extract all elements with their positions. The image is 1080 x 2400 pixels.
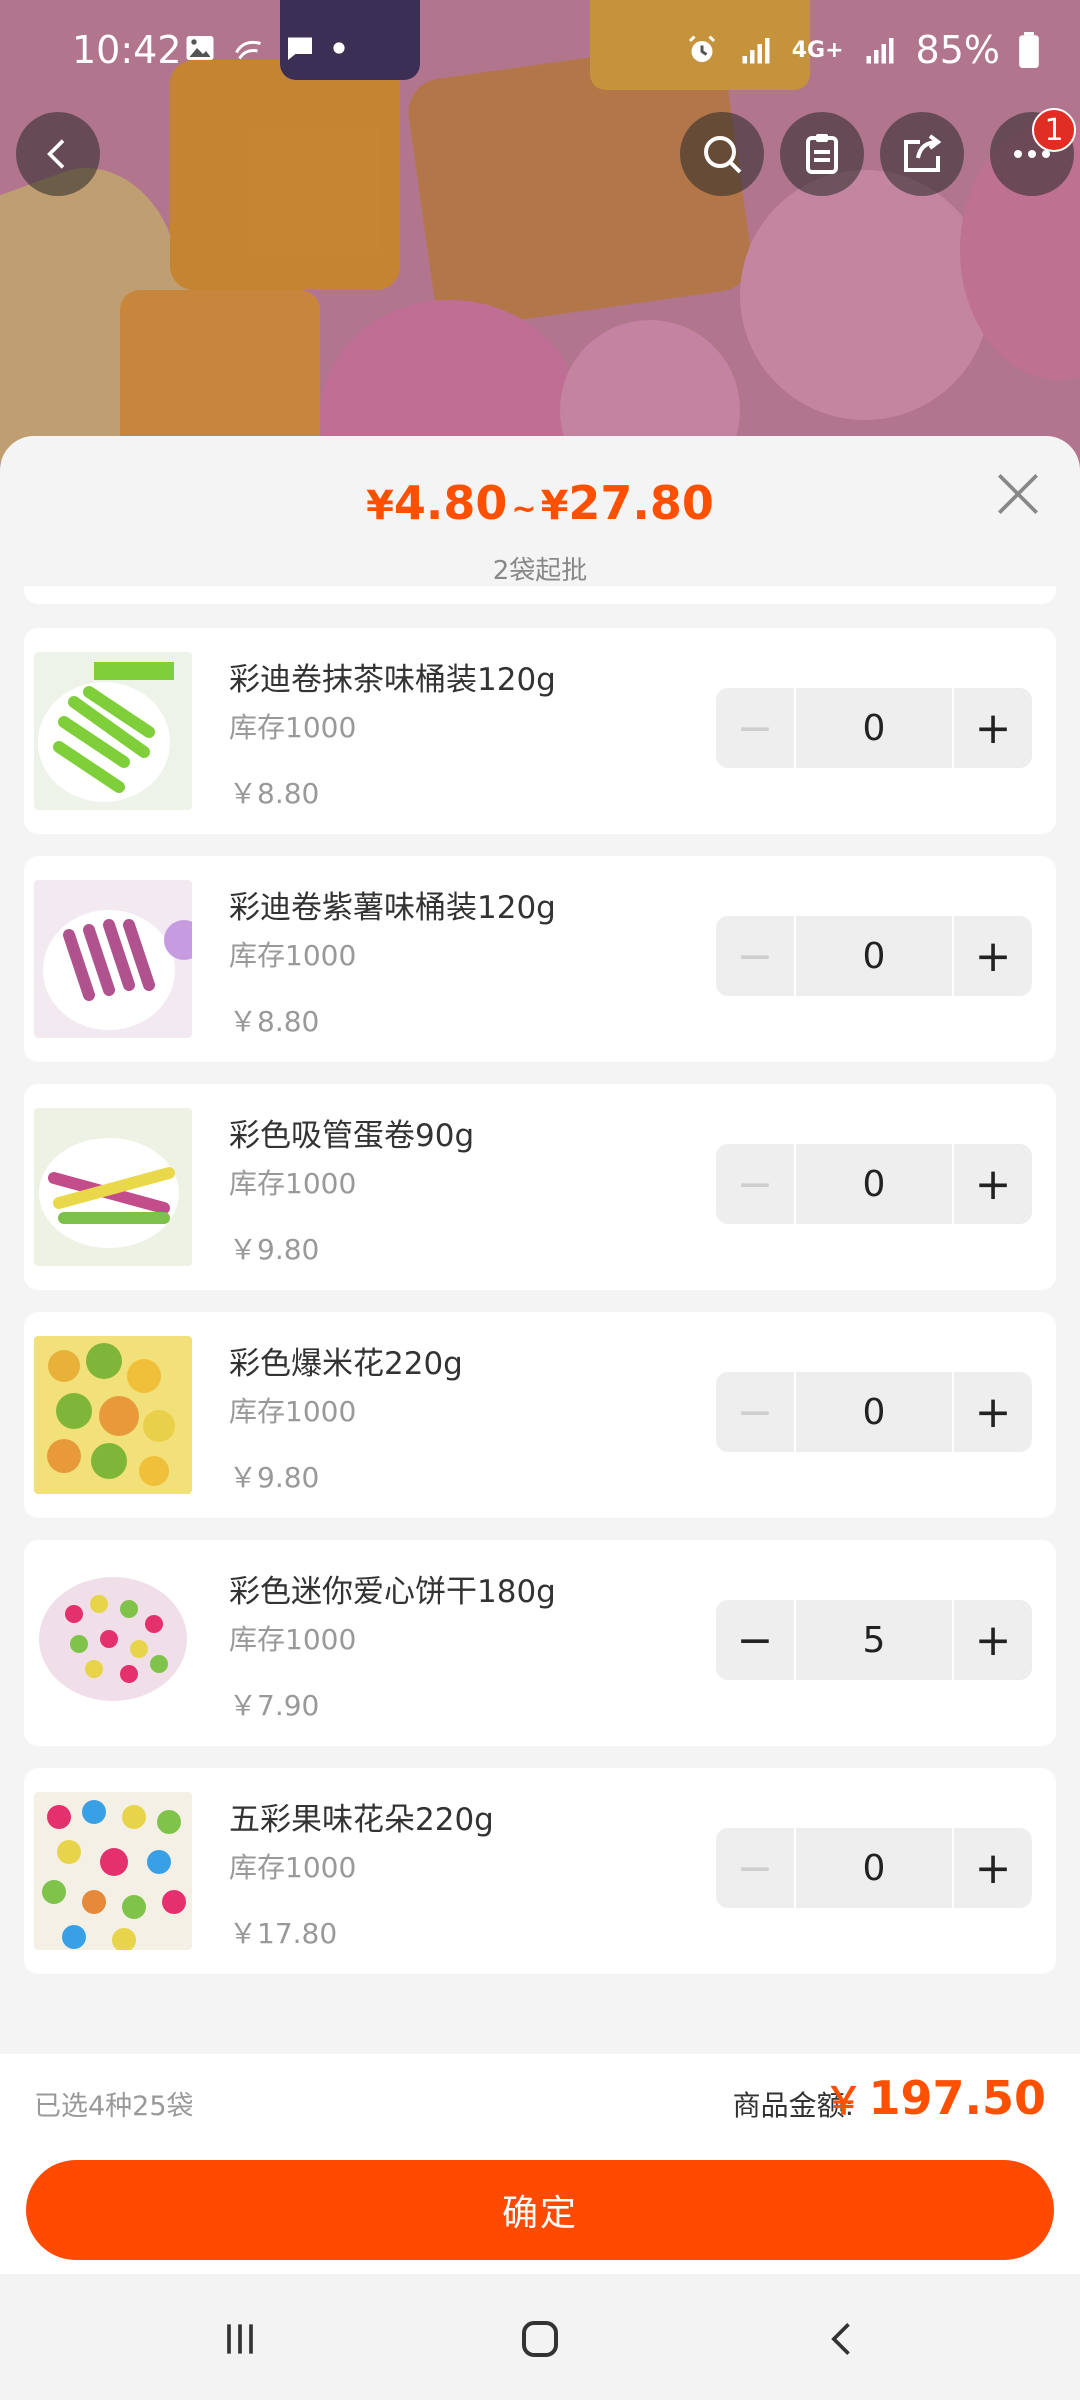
- quantity-stepper: − 0 +: [716, 916, 1032, 996]
- total-amount: ￥ 197.50: [824, 2071, 1046, 2125]
- product-image: [34, 1792, 192, 1950]
- decrease-button[interactable]: −: [716, 1144, 794, 1224]
- order-footer: 已选4种25袋 商品金额: ￥ 197.50 确定: [0, 2054, 1080, 2274]
- system-back-button[interactable]: [808, 2304, 878, 2374]
- product-name: 彩色爆米花220g: [229, 1346, 463, 1382]
- quantity-input[interactable]: 0: [796, 1828, 952, 1908]
- minimum-order: 2袋起批: [492, 556, 588, 586]
- signal-icon: [866, 38, 894, 64]
- product-image: [34, 1336, 192, 1494]
- recent-apps-button[interactable]: [205, 2304, 275, 2374]
- product-stock: 库存1000: [229, 1395, 357, 1428]
- alarm-icon: [688, 35, 715, 62]
- list-item: 彩色爆米花220g 库存1000 ￥9.80 − 0 +: [24, 1312, 1056, 1518]
- decrease-button[interactable]: −: [716, 916, 794, 996]
- product-image: [34, 1108, 192, 1266]
- share-icon: [904, 134, 942, 172]
- clipboard-button[interactable]: [780, 112, 864, 196]
- product-list: 彩迪卷抹茶味桶装120g 库存1000 ￥8.80 − 0 + 彩迪卷紫薯味桶装…: [24, 586, 1056, 1996]
- decrease-button[interactable]: −: [716, 1372, 794, 1452]
- list-item: 彩迪卷紫薯味桶装120g 库存1000 ￥8.80 − 0 +: [24, 856, 1056, 1062]
- search-button[interactable]: [680, 112, 764, 196]
- product-price: ￥8.80: [229, 777, 320, 810]
- product-price: ￥9.80: [229, 1233, 320, 1266]
- gallery-icon: [186, 36, 214, 60]
- decrease-button[interactable]: −: [716, 1600, 794, 1680]
- recent-apps-icon: [227, 2324, 253, 2354]
- clipboard-icon: [806, 134, 838, 174]
- chevron-left-icon: [47, 139, 65, 169]
- share-button[interactable]: [880, 112, 964, 196]
- product-image: [34, 880, 192, 1038]
- product-stock: 库存1000: [229, 711, 357, 744]
- quantity-input[interactable]: 5: [796, 1600, 952, 1680]
- list-item-partial: [24, 586, 1056, 604]
- home-button[interactable]: [505, 2304, 575, 2374]
- product-image: [34, 1564, 192, 1722]
- product-name: 彩迪卷抹茶味桶装120g: [229, 662, 556, 698]
- decrease-button[interactable]: −: [716, 688, 794, 768]
- decrease-button[interactable]: −: [716, 1828, 794, 1908]
- product-price: ￥17.80: [229, 1917, 338, 1950]
- clock: 10:42: [72, 28, 182, 72]
- quantity-input[interactable]: 0: [796, 916, 952, 996]
- product-stock: 库存1000: [229, 1167, 357, 1200]
- selected-summary: 已选4种25袋: [34, 2091, 194, 2122]
- increase-button[interactable]: +: [954, 1828, 1032, 1908]
- product-name: 彩色吸管蛋卷90g: [229, 1118, 475, 1154]
- product-price: ￥9.80: [229, 1461, 320, 1494]
- app-notification-icon: [235, 40, 261, 60]
- close-icon[interactable]: [990, 466, 1046, 522]
- confirm-button[interactable]: 确定: [26, 2160, 1054, 2260]
- price-max: 27.80: [568, 476, 714, 530]
- network-type: 4G+: [791, 37, 844, 63]
- list-item: 彩色迷你爱心饼干180g 库存1000 ￥7.90 − 5 +: [24, 1540, 1056, 1746]
- sku-selection-sheet: ¥4.80 ~ ¥27.80 2袋起批 彩迪卷抹茶味桶装120g 库存1000 ￥8…: [0, 436, 1080, 2276]
- battery-percent: 85%: [915, 28, 1000, 72]
- quantity-stepper: − 0 +: [716, 1144, 1032, 1224]
- increase-button[interactable]: +: [954, 1144, 1032, 1224]
- home-icon: [522, 2321, 558, 2357]
- product-price: ￥8.80: [229, 1005, 320, 1038]
- quantity-input[interactable]: 0: [796, 1144, 952, 1224]
- dot-icon: [333, 42, 345, 54]
- product-stock: 库存1000: [229, 1623, 357, 1656]
- system-navigation-bar: [0, 2274, 1080, 2400]
- increase-button[interactable]: +: [954, 1600, 1032, 1680]
- signal-icon: [742, 38, 770, 64]
- quantity-stepper: − 0 +: [716, 1372, 1032, 1452]
- price-range: ¥4.80 ~ ¥27.80: [366, 476, 714, 530]
- more-button[interactable]: 1: [990, 108, 1076, 196]
- product-stock: 库存1000: [229, 939, 357, 972]
- product-name: 五彩果味花朵220g: [229, 1802, 494, 1838]
- quantity-stepper: − 0 +: [716, 1828, 1032, 1908]
- product-name: 彩色迷你爱心饼干180g: [229, 1574, 556, 1610]
- quantity-stepper: − 0 +: [716, 688, 1032, 768]
- battery-icon: [1019, 32, 1039, 68]
- back-icon: [831, 2323, 850, 2355]
- increase-button[interactable]: +: [954, 688, 1032, 768]
- increase-button[interactable]: +: [954, 916, 1032, 996]
- increase-button[interactable]: +: [954, 1372, 1032, 1452]
- notification-badge: 1: [1032, 108, 1076, 152]
- list-item: 彩色吸管蛋卷90g 库存1000 ￥9.80 − 0 +: [24, 1084, 1056, 1290]
- product-price: ￥7.90: [229, 1689, 320, 1722]
- quantity-input[interactable]: 0: [796, 1372, 952, 1452]
- product-name: 彩迪卷紫薯味桶装120g: [229, 890, 556, 926]
- quantity-stepper: − 5 +: [716, 1600, 1032, 1680]
- quantity-input[interactable]: 0: [796, 688, 952, 768]
- search-icon: [704, 136, 742, 174]
- product-stock: 库存1000: [229, 1851, 357, 1884]
- status-bar: 10:42 4G+ 85%: [0, 0, 1080, 100]
- list-item: 彩迪卷抹茶味桶装120g 库存1000 ￥8.80 − 0 +: [24, 628, 1056, 834]
- back-button[interactable]: [16, 112, 100, 196]
- list-item: 五彩果味花朵220g 库存1000 ￥17.80 − 0 +: [24, 1768, 1056, 1974]
- message-icon: [288, 37, 312, 60]
- price-min: 4.80: [393, 476, 508, 530]
- product-image: [34, 652, 192, 810]
- product-hero-image: 10:42 4G+ 85% 1: [0, 0, 1080, 470]
